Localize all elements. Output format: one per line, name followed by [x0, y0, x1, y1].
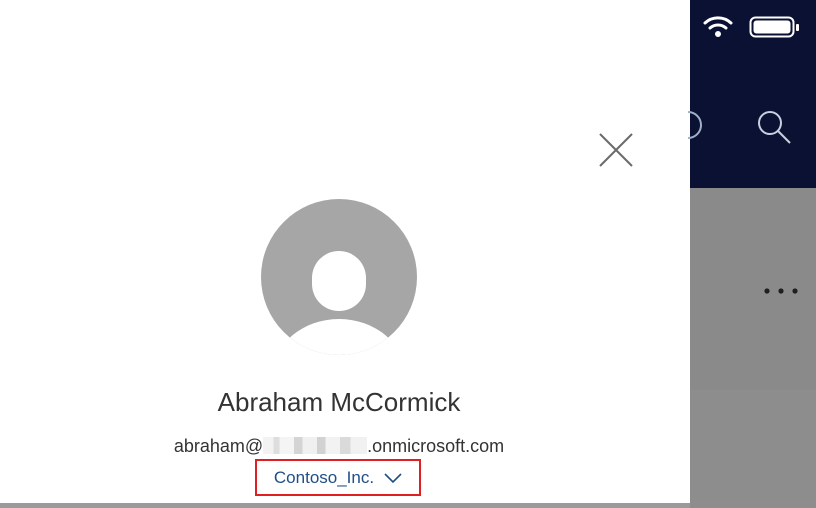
- profile-panel: Abraham McCormick abraham@ .onmicrosoft.c…: [0, 0, 690, 503]
- tenant-label: Contoso_Inc.: [273, 467, 375, 487]
- tenant-switcher-button[interactable]: Contoso_Inc.: [255, 459, 421, 496]
- close-button[interactable]: [596, 130, 636, 170]
- redacted-email-domain: [263, 437, 368, 454]
- refresh-icon[interactable]: [684, 108, 710, 142]
- battery-icon: [749, 16, 799, 38]
- close-icon: [599, 133, 633, 167]
- search-icon[interactable]: [754, 107, 794, 147]
- more-icon[interactable]: [762, 286, 800, 296]
- panel-bottom-divider: [0, 503, 690, 508]
- email-prefix: abraham@: [173, 436, 264, 456]
- default-avatar-icon: [261, 199, 417, 355]
- background-app-row: [690, 390, 816, 508]
- chevron-down-icon: [384, 472, 402, 483]
- user-name: Abraham McCormick: [217, 387, 461, 417]
- email-suffix: .onmicrosoft.com: [367, 436, 505, 456]
- user-email: abraham@ .onmicrosoft.com: [0, 436, 678, 457]
- wifi-icon: [703, 16, 733, 37]
- avatar: [261, 199, 417, 355]
